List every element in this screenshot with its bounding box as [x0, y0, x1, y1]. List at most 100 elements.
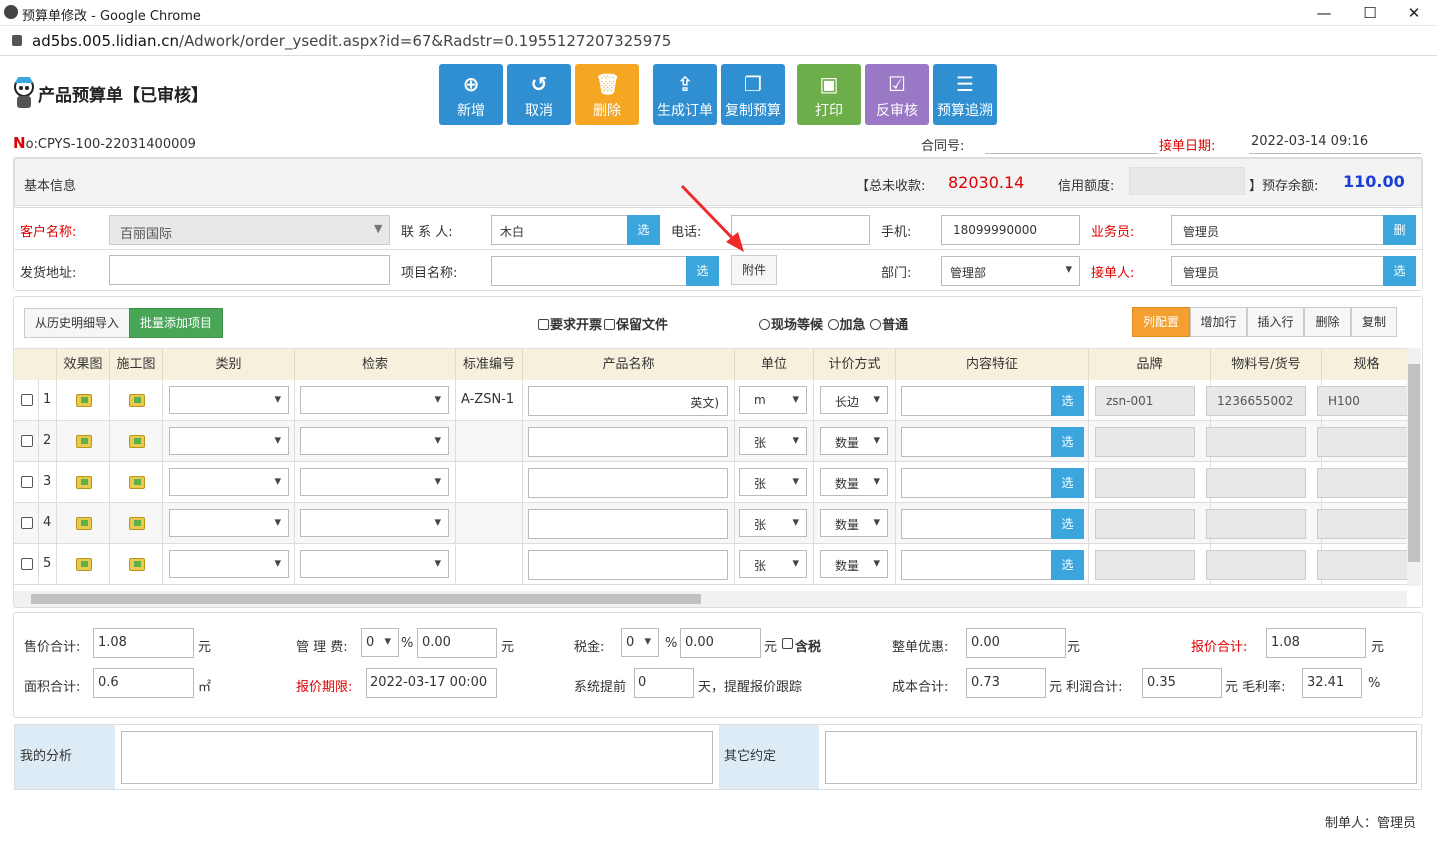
effect-image-upload-icon[interactable]	[76, 476, 92, 489]
toolbar-button-2[interactable]: 🗑 删除	[575, 64, 639, 125]
sale-total-field[interactable]: 1.08	[93, 628, 194, 658]
row-checkbox[interactable]	[21, 435, 33, 447]
address-bar[interactable]: ad5bs.005.lidian.cn/Adwork/order_ysedit.…	[0, 26, 1437, 56]
sales-field[interactable]: 管理员	[1171, 215, 1384, 245]
quote-total-field[interactable]: 1.08	[1266, 628, 1366, 658]
attachment-button[interactable]: 附件	[731, 255, 777, 285]
add-row-button[interactable]: 增加行	[1190, 307, 1247, 337]
toolbar-button-4[interactable]: ❐ 复制预算	[721, 64, 785, 125]
unit-select[interactable]: 张	[739, 427, 807, 455]
minimize-button[interactable]: —	[1301, 0, 1347, 26]
content-feature-textarea[interactable]	[901, 509, 1052, 539]
delete-row-button[interactable]: 删除	[1304, 307, 1351, 337]
maximize-button[interactable]: ☐	[1347, 0, 1393, 26]
content-feature-pick-button[interactable]: 选	[1051, 386, 1084, 416]
product-name-textarea[interactable]	[528, 468, 728, 498]
mgmt-fee-pct-select[interactable]: 0	[361, 628, 399, 657]
effect-image-upload-icon[interactable]	[76, 435, 92, 448]
search-select[interactable]	[300, 550, 449, 578]
product-name-textarea[interactable]	[528, 509, 728, 539]
grid-vertical-scrollbar[interactable]	[1407, 348, 1421, 586]
content-feature-textarea[interactable]	[901, 550, 1052, 580]
margin-field[interactable]: 32.41	[1302, 668, 1362, 698]
effect-image-upload-icon[interactable]	[76, 558, 92, 571]
construction-image-upload-icon[interactable]	[129, 517, 145, 530]
effect-image-upload-icon[interactable]	[76, 517, 92, 530]
column-config-button[interactable]: 列配置	[1132, 307, 1190, 337]
content-feature-textarea[interactable]	[901, 468, 1052, 498]
toolbar-button-0[interactable]: ⊕ 新增	[439, 64, 503, 125]
grid-horizontal-scrollbar[interactable]	[14, 591, 1407, 607]
construction-image-upload-icon[interactable]	[129, 558, 145, 571]
row-checkbox[interactable]	[21, 558, 33, 570]
contact-field[interactable]: 木白	[491, 215, 628, 245]
product-name-textarea[interactable]	[528, 427, 728, 457]
content-feature-pick-button[interactable]: 选	[1051, 427, 1084, 457]
cost-total-field[interactable]: 0.73	[966, 668, 1046, 698]
category-select[interactable]	[169, 550, 289, 578]
construction-image-upload-icon[interactable]	[129, 435, 145, 448]
toolbar-button-1[interactable]: ↺ 取消	[507, 64, 571, 125]
contact-pick-button[interactable]: 选	[627, 215, 660, 245]
quote-deadline-field[interactable]: 2022-03-17 00:00	[366, 668, 497, 698]
area-total-field[interactable]: 0.6	[93, 668, 194, 698]
unit-select[interactable]: m	[739, 386, 807, 414]
pricing-mode-select[interactable]: 长边	[820, 386, 888, 414]
content-feature-pick-button[interactable]: 选	[1051, 468, 1084, 498]
tax-field[interactable]: 0.00	[680, 628, 761, 658]
order-date-field[interactable]: 2022-03-14 09:16	[1249, 134, 1421, 154]
receiver-pick-button[interactable]: 选	[1383, 256, 1416, 286]
product-name-textarea[interactable]	[528, 550, 728, 580]
toolbar-button-5[interactable]: ▣ 打印	[797, 64, 861, 125]
project-pick-button[interactable]: 选	[686, 256, 719, 286]
construction-image-upload-icon[interactable]	[129, 394, 145, 407]
tax-included-checkbox[interactable]	[782, 638, 793, 649]
content-feature-textarea[interactable]	[901, 386, 1052, 416]
analysis-textarea[interactable]	[121, 731, 713, 784]
row-checkbox[interactable]	[21, 476, 33, 488]
search-select[interactable]	[300, 509, 449, 537]
priority-radios[interactable]: 现场等候 加急 普通	[759, 314, 908, 333]
pricing-mode-select[interactable]: 数量	[820, 550, 888, 578]
toolbar-button-6[interactable]: ☑ 反审核	[865, 64, 929, 125]
product-name-textarea[interactable]: 英文)	[528, 386, 728, 416]
pricing-mode-select[interactable]: 数量	[820, 509, 888, 537]
unit-select[interactable]: 张	[739, 509, 807, 537]
sales-delete-button[interactable]: 删	[1383, 215, 1416, 245]
address-field[interactable]	[109, 255, 390, 285]
dept-select[interactable]: 管理部	[941, 256, 1080, 286]
unit-select[interactable]: 张	[739, 468, 807, 496]
search-select[interactable]	[300, 427, 449, 455]
mgmt-fee-field[interactable]: 0.00	[417, 628, 497, 658]
effect-image-upload-icon[interactable]	[76, 394, 92, 407]
unit-select[interactable]: 张	[739, 550, 807, 578]
category-select[interactable]	[169, 386, 289, 414]
search-select[interactable]	[300, 386, 449, 414]
insert-row-button[interactable]: 插入行	[1247, 307, 1304, 337]
pricing-mode-select[interactable]: 数量	[820, 427, 888, 455]
project-field[interactable]	[491, 256, 687, 286]
toolbar-button-3[interactable]: ⇪ 生成订单	[653, 64, 717, 125]
category-select[interactable]	[169, 427, 289, 455]
row-checkbox[interactable]	[21, 394, 33, 406]
phone-field[interactable]	[731, 215, 870, 245]
remind-days-field[interactable]: 0	[634, 668, 694, 698]
construction-image-upload-icon[interactable]	[129, 476, 145, 489]
tax-pct-select[interactable]: 0	[621, 628, 659, 657]
category-select[interactable]	[169, 509, 289, 537]
contract-field[interactable]	[985, 135, 1158, 154]
profit-total-field[interactable]: 0.35	[1142, 668, 1222, 698]
other-terms-textarea[interactable]	[825, 731, 1417, 784]
row-checkbox[interactable]	[21, 517, 33, 529]
content-feature-pick-button[interactable]: 选	[1051, 550, 1084, 580]
content-feature-textarea[interactable]	[901, 427, 1052, 457]
search-select[interactable]	[300, 468, 449, 496]
mobile-field[interactable]: 18099990000	[941, 215, 1080, 245]
batch-add-button[interactable]: 批量添加项目	[129, 308, 223, 338]
import-history-button[interactable]: 从历史明细导入	[24, 308, 130, 338]
content-feature-pick-button[interactable]: 选	[1051, 509, 1084, 539]
discount-field[interactable]: 0.00	[966, 628, 1066, 658]
category-select[interactable]	[169, 468, 289, 496]
pricing-mode-select[interactable]: 数量	[820, 468, 888, 496]
copy-row-button[interactable]: 复制	[1351, 307, 1397, 337]
